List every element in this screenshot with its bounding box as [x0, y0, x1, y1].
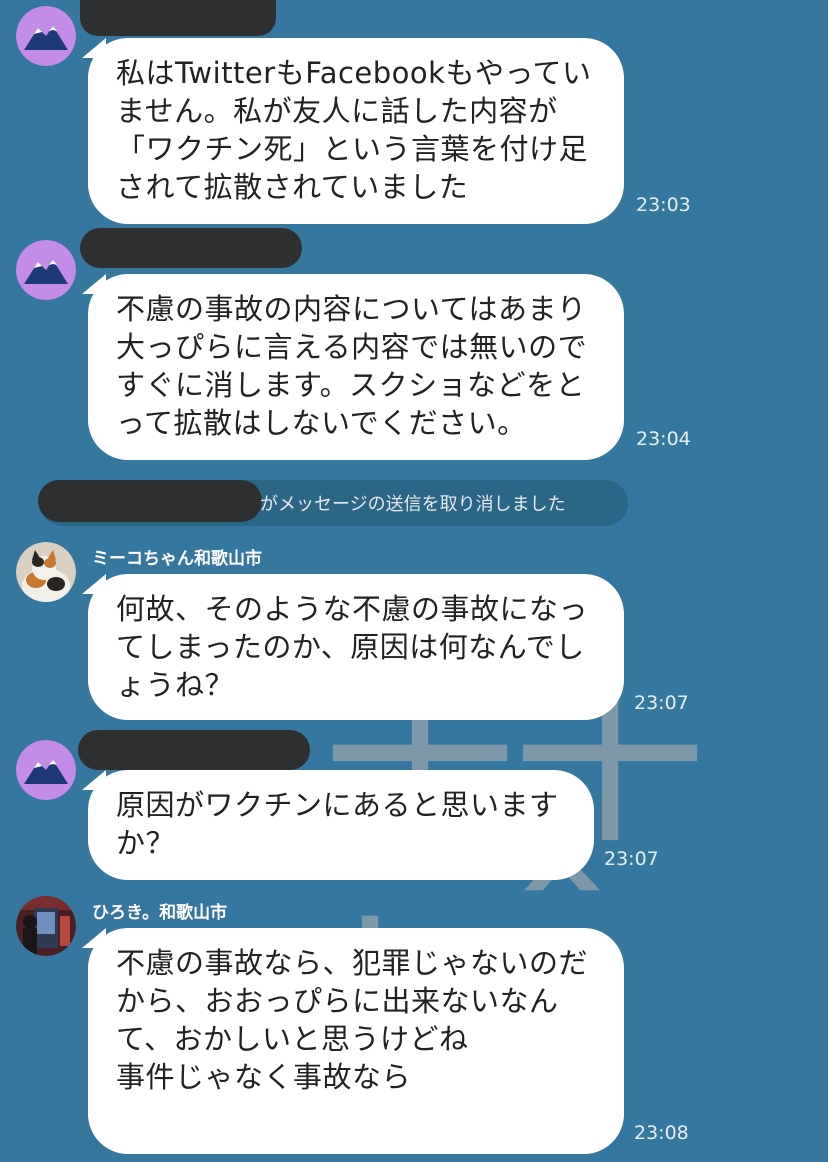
message-bubble[interactable]: 私はTwitterもFacebookもやっていません。私が友人に話した内容が「ワ…	[88, 38, 624, 224]
person-photo	[16, 896, 76, 956]
message-time: 23:07	[634, 692, 689, 714]
avatar[interactable]	[16, 240, 76, 300]
sender-name: ミーコちゃん和歌山市	[92, 549, 262, 569]
message-bubble[interactable]: 不慮の事故の内容についてはあまり大っぴらに言える内容では無いのですぐに消します。…	[88, 274, 624, 460]
avatar[interactable]	[16, 6, 76, 66]
cat-photo	[16, 542, 76, 602]
sender-name: ひろき。和歌山市	[92, 903, 228, 923]
message-time: 23:07	[604, 848, 659, 870]
message-bubble[interactable]: 不慮の事故なら、犯罪じゃないのだから、おおっぴらに出来ないなんて、おかしいと思う…	[88, 928, 624, 1154]
message-time: 23:03	[636, 194, 691, 216]
redacted-sender-name	[80, 0, 276, 36]
message-bubble[interactable]: 何故、そのような不慮の事故になってしまったのか、原因は何なんでしょうね？	[88, 574, 624, 720]
redacted-sender-name	[78, 730, 310, 770]
redacted-sender-name	[38, 480, 262, 522]
avatar[interactable]	[16, 896, 76, 956]
message-bubble[interactable]: 原因がワクチンにあると思いますか？	[88, 770, 594, 880]
redacted-sender-name	[80, 228, 302, 268]
system-message-text: がメッセージの送信を取り消しました	[260, 494, 566, 515]
mountain-icon	[16, 240, 76, 300]
message-time: 23:08	[634, 1122, 689, 1144]
mountain-icon	[16, 740, 76, 800]
message-time: 23:04	[636, 428, 691, 450]
avatar[interactable]	[16, 542, 76, 602]
mountain-icon	[16, 6, 76, 66]
avatar[interactable]	[16, 740, 76, 800]
